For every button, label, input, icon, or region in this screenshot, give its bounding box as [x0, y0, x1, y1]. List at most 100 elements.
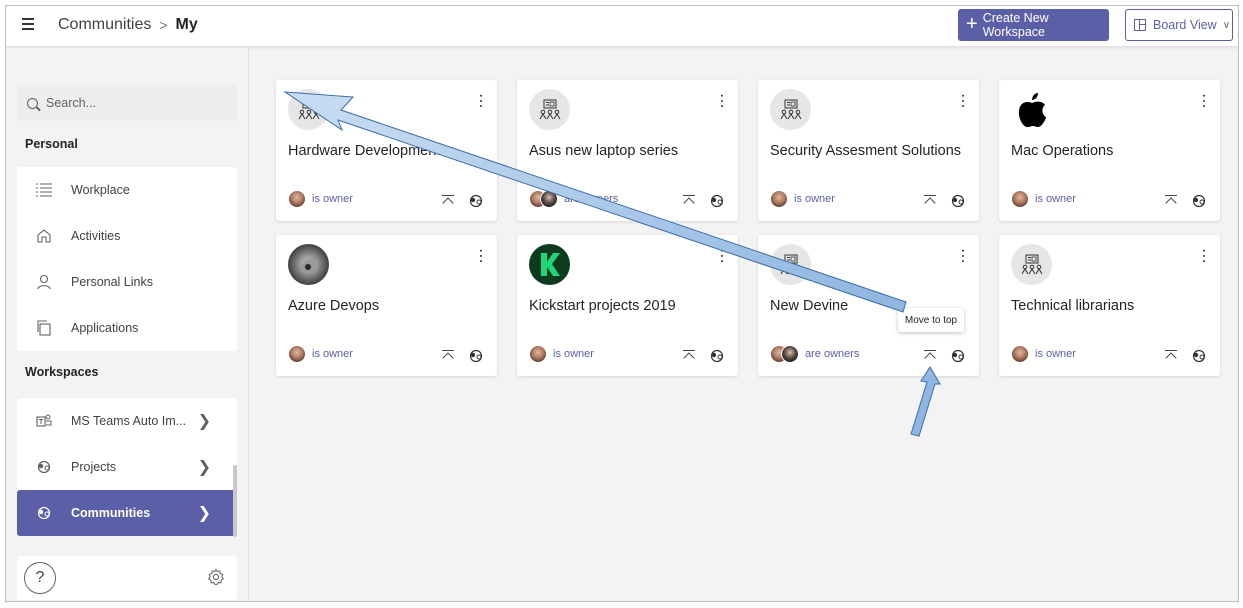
workspace-card[interactable]: ⋯ New Devine are owners [758, 235, 979, 376]
sidebar-item-label: Activities [71, 229, 121, 243]
more-options-icon[interactable]: ⋯ [713, 93, 730, 109]
workspace-type-icon[interactable] [709, 193, 725, 209]
plus-icon: + [966, 13, 978, 35]
card-title[interactable]: Mac Operations [1011, 142, 1211, 160]
workspace-card[interactable]: ⋯ Mac Operations is owner [999, 80, 1220, 221]
move-to-top-icon[interactable] [923, 349, 937, 363]
card-title[interactable]: Kickstart projects 2019 [529, 297, 729, 315]
sidebar-item-projects[interactable]: Projects ❯ [17, 444, 237, 490]
workspace-type-icon[interactable] [1191, 348, 1207, 364]
move-to-top-icon[interactable] [441, 349, 455, 363]
avatar [288, 190, 306, 208]
move-to-top-icon[interactable] [441, 194, 455, 208]
sidebar-item-applications[interactable]: Applications [17, 305, 237, 351]
owner-avatars [529, 190, 558, 208]
sidebar-item-label: Personal Links [71, 275, 153, 289]
workspace-card[interactable]: ⋯ Hardware Development is owner [276, 80, 497, 221]
create-workspace-button[interactable]: + Create New Workspace [958, 9, 1109, 41]
move-to-top-icon[interactable] [1164, 194, 1178, 208]
person-icon [34, 272, 54, 292]
workplace-icon [34, 180, 54, 200]
avatar [770, 190, 788, 208]
sidebar-item-ms-teams[interactable]: MS Teams Auto Im... ❯ [17, 398, 237, 444]
breadcrumb-communities[interactable]: Communities [58, 16, 151, 34]
gear-icon[interactable] [207, 568, 225, 586]
sidebar-scrollbar[interactable] [233, 403, 237, 543]
sidebar-item-label: Applications [71, 321, 139, 335]
hamburger-menu-icon[interactable] [22, 18, 38, 34]
card-title[interactable]: Asus new laptop series [529, 142, 729, 160]
workspace-photo [288, 244, 329, 285]
scrollbar-thumb[interactable] [233, 465, 237, 537]
owner-avatars [529, 345, 547, 363]
more-options-icon[interactable]: ⋯ [954, 93, 971, 109]
owner-avatars [770, 345, 799, 363]
avatar [288, 345, 306, 363]
workspace-type-icon[interactable] [468, 348, 484, 364]
sidebar-item-activities[interactable]: Activities [17, 213, 237, 259]
sidebar-item-personal-links[interactable]: Personal Links [17, 259, 237, 305]
sidebar-item-label: Communities [71, 506, 151, 520]
home-icon [34, 226, 54, 246]
more-options-icon[interactable]: ⋯ [1195, 248, 1212, 264]
owner-label: is owner [794, 193, 835, 205]
avatar [1011, 345, 1029, 363]
sidebar-item-label: Projects [71, 460, 117, 474]
more-options-icon[interactable]: ⋯ [472, 93, 489, 109]
owner-info[interactable]: is owner [770, 190, 835, 208]
workspace-type-icon[interactable] [468, 193, 484, 209]
avatar [781, 345, 799, 363]
avatar [529, 345, 547, 363]
workspaces-nav: MS Teams Auto Im... ❯ Projects ❯ Communi… [17, 398, 237, 536]
move-to-top-icon[interactable] [682, 349, 696, 363]
workspace-card[interactable]: ⋯ Security Assesment Solutions is owner [758, 80, 979, 221]
sidebar-item-workplace[interactable]: Workplace [17, 167, 237, 213]
chevron-right-icon: ❯ [197, 505, 211, 522]
card-title[interactable]: Security Assesment Solutions [770, 142, 970, 160]
board-view-icon [1134, 19, 1146, 31]
workspace-type-icon[interactable] [1191, 193, 1207, 209]
owner-info[interactable]: are owners [770, 345, 859, 363]
owner-info[interactable]: is owner [529, 345, 594, 363]
owner-avatars [1011, 345, 1029, 363]
move-to-top-icon[interactable] [1164, 349, 1178, 363]
sidebar-footer: ? [17, 556, 237, 600]
workspace-type-icon[interactable] [950, 193, 966, 209]
owner-info[interactable]: is owner [288, 190, 353, 208]
help-button[interactable]: ? [24, 562, 56, 594]
card-title[interactable]: Technical librarians [1011, 297, 1211, 315]
sidebar-item-communities[interactable]: Communities ❯ [17, 490, 237, 536]
chevron-down-icon: ∨ [1222, 19, 1231, 31]
more-options-icon[interactable]: ⋯ [1195, 93, 1212, 109]
sidebar-item-label: MS Teams Auto Im... [71, 414, 187, 428]
card-title[interactable]: Hardware Development [288, 142, 488, 160]
board-view-dropdown[interactable]: Board View ∨ [1125, 9, 1233, 41]
owner-label: is owner [312, 348, 353, 360]
more-options-icon[interactable]: ⋯ [472, 248, 489, 264]
search-icon [27, 97, 38, 109]
owner-info[interactable]: is owner [288, 345, 353, 363]
workspace-card[interactable]: ⋯ Technical librarians is owner [999, 235, 1220, 376]
owner-label: are owners [805, 348, 860, 360]
workspace-card[interactable]: ⋯ Azure Devops is owner [276, 235, 497, 376]
top-bar: Communities > My + Create New Workspace … [6, 6, 1238, 47]
community-icon [1011, 244, 1052, 285]
card-title[interactable]: Azure Devops [288, 297, 488, 315]
avatar [1011, 190, 1029, 208]
workspace-card[interactable]: ⋯ Asus new laptop series are owners [517, 80, 738, 221]
search-input[interactable]: Search... [17, 85, 237, 121]
owner-info[interactable]: is owner [1011, 345, 1076, 363]
breadcrumb-current: My [175, 16, 198, 33]
chevron-right-icon: ❯ [197, 459, 211, 476]
move-to-top-icon[interactable] [923, 194, 937, 208]
owner-info[interactable]: are owners [529, 190, 618, 208]
workspace-type-icon[interactable] [950, 348, 966, 364]
more-options-icon[interactable]: ⋯ [713, 248, 730, 264]
owner-info[interactable]: is owner [1011, 190, 1076, 208]
breadcrumb-separator: > [159, 17, 168, 33]
workspace-card[interactable]: ⋯ Kickstart projects 2019 is owner [517, 235, 738, 376]
move-to-top-icon[interactable] [682, 194, 696, 208]
breadcrumb: Communities > My [58, 16, 198, 34]
workspace-type-icon[interactable] [709, 348, 725, 364]
more-options-icon[interactable]: ⋯ [954, 248, 971, 264]
